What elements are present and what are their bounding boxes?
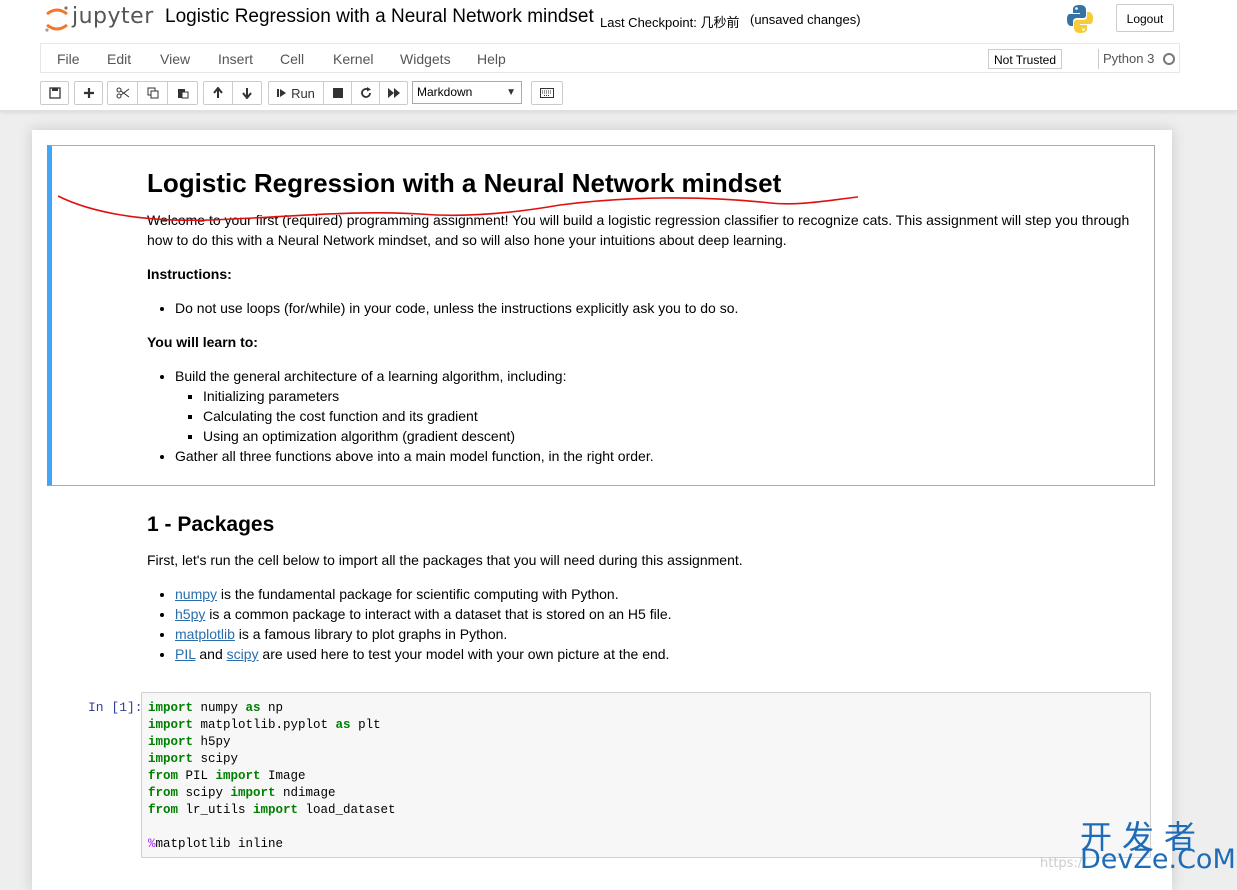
cell-type-value: Markdown [417, 85, 473, 99]
code-line: from scipy import ndimage [148, 786, 336, 800]
save-icon [48, 87, 61, 99]
autosave-status: (unsaved changes) [750, 12, 861, 27]
paste-icon [177, 89, 188, 99]
instructions-block: Instructions: [147, 264, 1137, 284]
trust-indicator[interactable]: Not Trusted [988, 49, 1063, 69]
intro-body: Welcome to your first (required) program… [147, 210, 1137, 250]
packages-list: numpy is the fundamental package for sci… [147, 584, 1137, 664]
toolbar-group-palette [531, 81, 563, 105]
run-button[interactable]: Run [269, 82, 324, 104]
code-line: import numpy as np [148, 701, 284, 715]
package-item: PIL and scipy are used here to test your… [175, 644, 1137, 664]
packages-intro: First, let's run the cell below to impor… [147, 552, 743, 568]
learn-heading-block: You will learn to: [147, 332, 1137, 352]
menu-file[interactable]: File [57, 51, 80, 67]
logout-button[interactable]: Logout [1116, 4, 1174, 32]
python-logo-icon [1067, 5, 1093, 33]
kernel-name: Python 3 [1103, 51, 1155, 66]
code-cell-editor[interactable]: import numpy as np import matplotlib.pypl… [141, 692, 1151, 858]
matplotlib-link[interactable]: matplotlib [175, 626, 235, 642]
arrow-up-icon [213, 87, 223, 98]
menu-insert[interactable]: Insert [218, 51, 253, 67]
packages-heading: 1 - Packages [147, 513, 275, 536]
move-down-button[interactable] [233, 82, 261, 104]
arrow-down-icon [242, 88, 252, 99]
kernel-separator [1098, 49, 1099, 69]
h5py-link[interactable]: h5py [175, 606, 205, 622]
copy-icon [147, 87, 158, 99]
code-line: from lr_utils import load_dataset [148, 803, 396, 817]
menu-edit[interactable]: Edit [107, 51, 131, 67]
plus-icon [83, 88, 94, 98]
packages-heading-block: 1 - Packages [147, 512, 1137, 538]
learn-list: Build the general architecture of a lear… [147, 366, 1137, 466]
welcome-paragraph: Welcome to your first (required) program… [147, 212, 1130, 248]
copy-button[interactable] [138, 82, 168, 104]
command-palette-button[interactable] [532, 82, 562, 104]
run-button-label: Run [291, 85, 315, 101]
save-button[interactable] [41, 82, 68, 104]
learn-heading: You will learn to: [147, 334, 258, 350]
jupyter-logo-icon[interactable] [44, 5, 70, 33]
menu-help[interactable]: Help [477, 51, 506, 67]
toolbar-group-edit [107, 81, 198, 105]
toolbar-group-move [203, 81, 262, 105]
stop-icon [332, 88, 343, 98]
scissors-icon [116, 87, 129, 99]
learn-subitem: Using an optimization algorithm (gradien… [203, 426, 1137, 446]
cell-type-select[interactable]: Markdown ▼ [412, 81, 522, 104]
code-line: import scipy [148, 752, 239, 766]
notebook-title[interactable]: Logistic Regression with a Neural Networ… [165, 6, 594, 28]
site-watermark: https:// 开发者 DevZe.CoM [1040, 812, 1236, 878]
checkpoint-status: Last Checkpoint: 几秒前 [600, 15, 740, 30]
paste-button[interactable] [168, 82, 197, 104]
code-line: import h5py [148, 735, 231, 749]
code-line-magic: %matplotlib inline [148, 837, 284, 851]
select-arrow-icon: ▼ [506, 87, 516, 98]
code-line-blank: ​ [148, 819, 1144, 836]
intro-content: Logistic Regression with a Neural Networ… [147, 168, 1137, 198]
move-up-button[interactable] [204, 82, 233, 104]
code-line: from PIL import Image [148, 769, 306, 783]
insert-cell-button[interactable] [75, 82, 102, 104]
scipy-link[interactable]: scipy [227, 646, 259, 662]
notebook-container: Logistic Regression with a Neural Networ… [32, 130, 1172, 890]
package-item: matplotlib is a famous library to plot g… [175, 624, 1137, 644]
restart-kernel-button[interactable] [352, 82, 380, 104]
kernel-idle-icon [1163, 53, 1175, 65]
learn-subitem: Initializing parameters [203, 386, 1137, 406]
toolbar-group-run: Run [268, 81, 408, 105]
package-item: h5py is a common package to interact wit… [175, 604, 1137, 624]
packages-intro-block: First, let's run the cell below to impor… [147, 550, 1137, 570]
menu-view[interactable]: View [160, 51, 190, 67]
numpy-link[interactable]: numpy [175, 586, 217, 602]
learn-item-last: Gather all three functions above into a … [175, 446, 1137, 466]
step-forward-icon [277, 89, 287, 97]
menu-bar: File Edit View Insert Cell Kernel Widget… [40, 43, 1180, 73]
toolbar-group-save [40, 81, 69, 105]
watermark-brand: DevZe.CoM [1080, 844, 1236, 875]
toolbar-group-insert [74, 81, 103, 105]
intro-heading: Logistic Regression with a Neural Networ… [147, 168, 782, 198]
notebook-header: jupyter Logistic Regression with a Neura… [0, 0, 1237, 111]
menu-widgets[interactable]: Widgets [400, 51, 451, 67]
package-item: numpy is the fundamental package for sci… [175, 584, 1137, 604]
instruction-item: Do not use loops (for/while) in your cod… [175, 298, 1137, 318]
interrupt-kernel-button[interactable] [324, 82, 352, 104]
keyboard-icon [540, 88, 554, 98]
restart-icon [360, 87, 371, 98]
cut-button[interactable] [108, 82, 138, 104]
learn-subitem: Calculating the cost function and its gr… [203, 406, 1137, 426]
jupyter-wordmark[interactable]: jupyter [72, 4, 154, 29]
code-cell-prompt: In [1]: [88, 700, 143, 715]
pil-link[interactable]: PIL [175, 646, 196, 662]
learn-item-main: Build the general architecture of a lear… [175, 368, 567, 384]
fast-forward-icon [387, 88, 400, 98]
menu-cell[interactable]: Cell [280, 51, 304, 67]
run-all-button[interactable] [380, 82, 407, 104]
code-line: import matplotlib.pyplot as plt [148, 718, 381, 732]
instructions-list: Do not use loops (for/while) in your cod… [147, 298, 1137, 318]
menu-kernel[interactable]: Kernel [333, 51, 373, 67]
instructions-heading: Instructions: [147, 266, 232, 282]
